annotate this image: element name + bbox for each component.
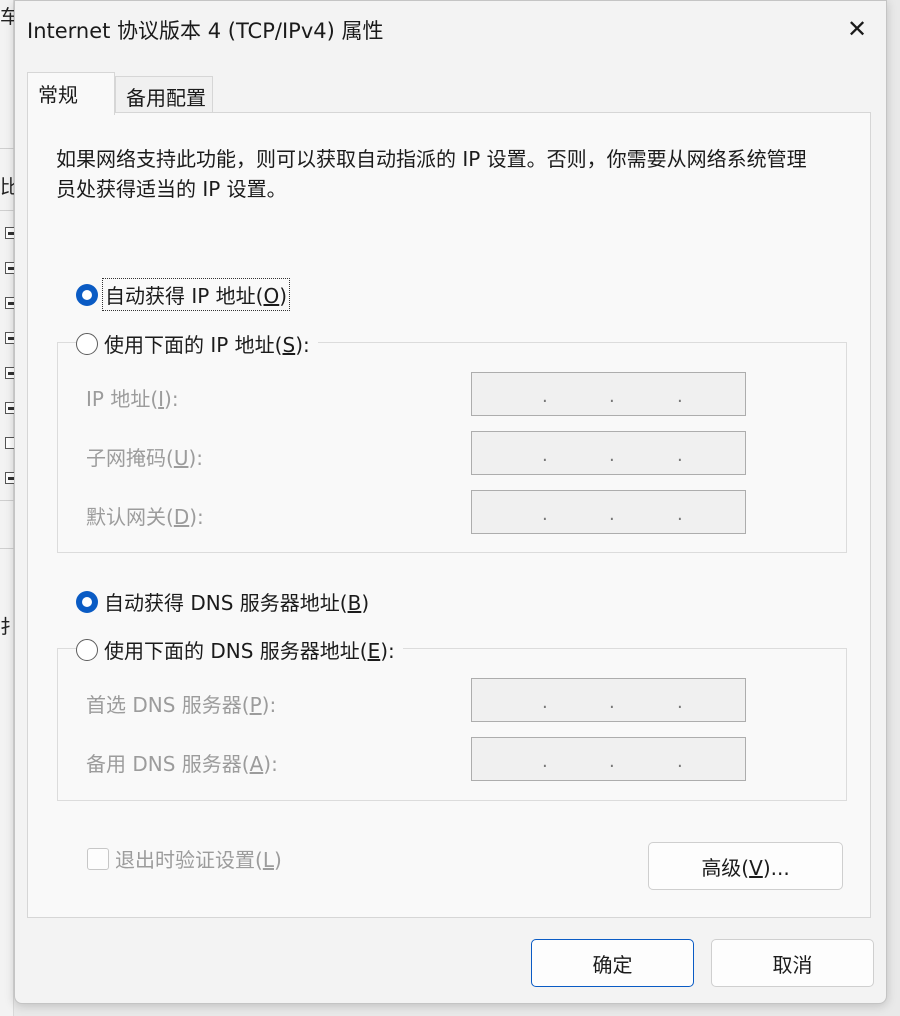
manual-dns-label: 使用下面的 DNS 服务器地址(E):	[104, 639, 395, 663]
tcpip-properties-dialog: Internet 协议版本 4 (TCP/IPv4) 属性 ✕ 常规 备用配置 …	[14, 0, 887, 1004]
ip-separator: .	[609, 445, 615, 466]
ip-separator: .	[677, 751, 683, 772]
advanced-button-label: 高级(V)...	[701, 855, 790, 880]
alternate-dns-label: 备用 DNS 服务器(A):	[86, 752, 278, 776]
ok-button[interactable]: 确定	[531, 939, 694, 987]
default-gateway-label: 默认网关(D):	[86, 505, 204, 529]
ip-separator: .	[542, 386, 548, 407]
ip-separator: .	[609, 504, 615, 525]
radio-checked-icon[interactable]	[76, 283, 98, 306]
radio-unchecked-icon[interactable]	[76, 638, 98, 661]
background-divider	[0, 148, 14, 149]
cancel-button-label: 取消	[772, 952, 813, 977]
title-bar[interactable]: Internet 协议版本 4 (TCP/IPv4) 属性 ✕	[15, 1, 886, 57]
ip-separator: .	[677, 692, 683, 713]
ip-separator: .	[609, 751, 615, 772]
auto-dns-label: 自动获得 DNS 服务器地址(B)	[104, 591, 370, 615]
background-window: 车 比 扌	[0, 0, 17, 1016]
background-text: 比	[0, 176, 14, 198]
background-text: 车	[0, 6, 14, 28]
manual-ip-radio[interactable]: 使用下面的 IP 地址(S):	[76, 329, 318, 358]
background-divider	[0, 210, 14, 211]
default-gateway-input[interactable]: . . .	[471, 490, 746, 534]
ip-separator: .	[677, 386, 683, 407]
preferred-dns-input[interactable]: . . .	[471, 678, 746, 722]
background-divider	[0, 548, 14, 549]
validate-on-exit-checkbox[interactable]: 退出时验证设置(L)	[87, 844, 282, 873]
checkbox-unchecked-icon[interactable]	[87, 847, 109, 870]
preferred-dns-label: 首选 DNS 服务器(P):	[86, 693, 277, 717]
radio-unchecked-icon[interactable]	[76, 332, 98, 355]
tab-alternate-configuration[interactable]: 备用配置	[115, 76, 213, 112]
tab-label: 备用配置	[126, 86, 206, 110]
dialog-title: Internet 协议版本 4 (TCP/IPv4) 属性	[27, 19, 384, 43]
ip-address-label: IP 地址(I):	[86, 387, 179, 411]
validate-on-exit-label: 退出时验证设置(L)	[115, 848, 282, 872]
ip-separator: .	[609, 692, 615, 713]
ip-separator: .	[677, 504, 683, 525]
ip-separator: .	[542, 751, 548, 772]
radio-checked-icon[interactable]	[76, 590, 98, 613]
cancel-button[interactable]: 取消	[711, 939, 874, 987]
subnet-mask-label: 子网掩码(U):	[86, 446, 203, 470]
tab-label: 常规	[38, 83, 78, 107]
ip-separator: .	[677, 445, 683, 466]
manual-ip-label: 使用下面的 IP 地址(S):	[104, 333, 310, 357]
close-button[interactable]: ✕	[828, 1, 886, 57]
advanced-button[interactable]: 高级(V)...	[648, 842, 843, 890]
background-divider	[0, 500, 14, 501]
ip-separator: .	[542, 504, 548, 525]
background-text: 扌	[0, 616, 14, 638]
tab-general[interactable]: 常规	[27, 72, 115, 115]
ip-separator: .	[542, 692, 548, 713]
auto-ip-label: 自动获得 IP 地址(O)	[101, 278, 291, 311]
ip-separator: .	[609, 386, 615, 407]
ip-separator: .	[542, 445, 548, 466]
auto-ip-radio[interactable]: 自动获得 IP 地址(O)	[76, 278, 291, 311]
description-text: 如果网络支持此功能，则可以获取自动指派的 IP 设置。否则，你需要从网络系统管理…	[56, 147, 807, 201]
close-icon: ✕	[846, 15, 868, 43]
subnet-mask-input[interactable]: . . .	[471, 431, 746, 475]
manual-dns-radio[interactable]: 使用下面的 DNS 服务器地址(E):	[76, 635, 403, 664]
ok-button-label: 确定	[592, 952, 633, 977]
alternate-dns-input[interactable]: . . .	[471, 737, 746, 781]
ip-address-input[interactable]: . . .	[471, 372, 746, 416]
auto-dns-radio[interactable]: 自动获得 DNS 服务器地址(B)	[76, 587, 369, 616]
